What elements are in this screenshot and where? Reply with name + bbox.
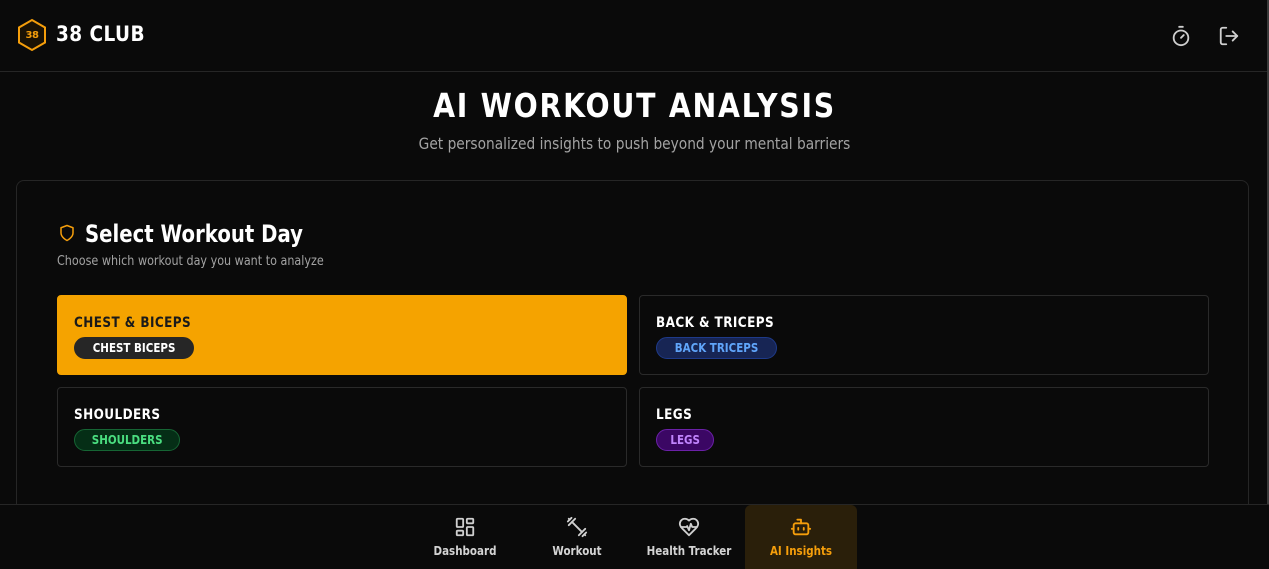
- top-bar: 38 38 CLUB: [0, 0, 1269, 72]
- bottom-navigation: Dashboard Workout Health Tracker AI Insi…: [0, 504, 1269, 569]
- heart-pulse-icon: [678, 516, 700, 538]
- day-badge: LEGS: [656, 429, 715, 451]
- logout-icon[interactable]: [1218, 25, 1240, 47]
- day-option-legs[interactable]: LEGS LEGS: [639, 387, 1209, 467]
- day-badge: SHOULDERS: [74, 429, 181, 451]
- nav-health-tracker[interactable]: Health Tracker: [633, 505, 745, 569]
- nav-ai-insights[interactable]: AI Insights: [745, 505, 857, 569]
- day-badge: BACK TRICEPS: [656, 337, 778, 359]
- day-option-shoulders[interactable]: SHOULDERS SHOULDERS: [57, 387, 627, 467]
- dumbbell-icon: [566, 516, 588, 538]
- dashboard-icon: [454, 516, 476, 538]
- nav-label: Dashboard: [433, 544, 497, 558]
- day-option-back-triceps[interactable]: BACK & TRICEPS BACK TRICEPS: [639, 295, 1209, 375]
- nav-label: AI Insights: [769, 544, 833, 558]
- logo[interactable]: 38: [16, 18, 48, 52]
- day-name: CHEST & BICEPS: [74, 315, 192, 331]
- day-badge: CHEST BICEPS: [74, 337, 195, 359]
- day-name: SHOULDERS: [74, 407, 161, 423]
- nav-label: Health Tracker: [646, 544, 732, 558]
- day-name: LEGS: [656, 407, 693, 423]
- section-title: Select Workout Day: [85, 220, 303, 248]
- nav-label: Workout: [552, 544, 602, 558]
- page-title: AI WORKOUT ANALYSIS: [433, 86, 836, 125]
- page-subtitle: Get personalized insights to push beyond…: [418, 134, 851, 153]
- brand-name: 38 CLUB: [56, 22, 146, 46]
- day-option-chest-biceps[interactable]: CHEST & BICEPS CHEST BICEPS: [57, 295, 627, 375]
- shield-icon: [58, 223, 76, 243]
- day-name: BACK & TRICEPS: [656, 315, 775, 331]
- logo-number: 38: [25, 29, 39, 41]
- timer-icon[interactable]: [1170, 25, 1192, 47]
- robot-icon: [790, 516, 812, 538]
- nav-dashboard[interactable]: Dashboard: [409, 505, 521, 569]
- section-description: Choose which workout day you want to ana…: [57, 254, 324, 269]
- nav-workout[interactable]: Workout: [521, 505, 633, 569]
